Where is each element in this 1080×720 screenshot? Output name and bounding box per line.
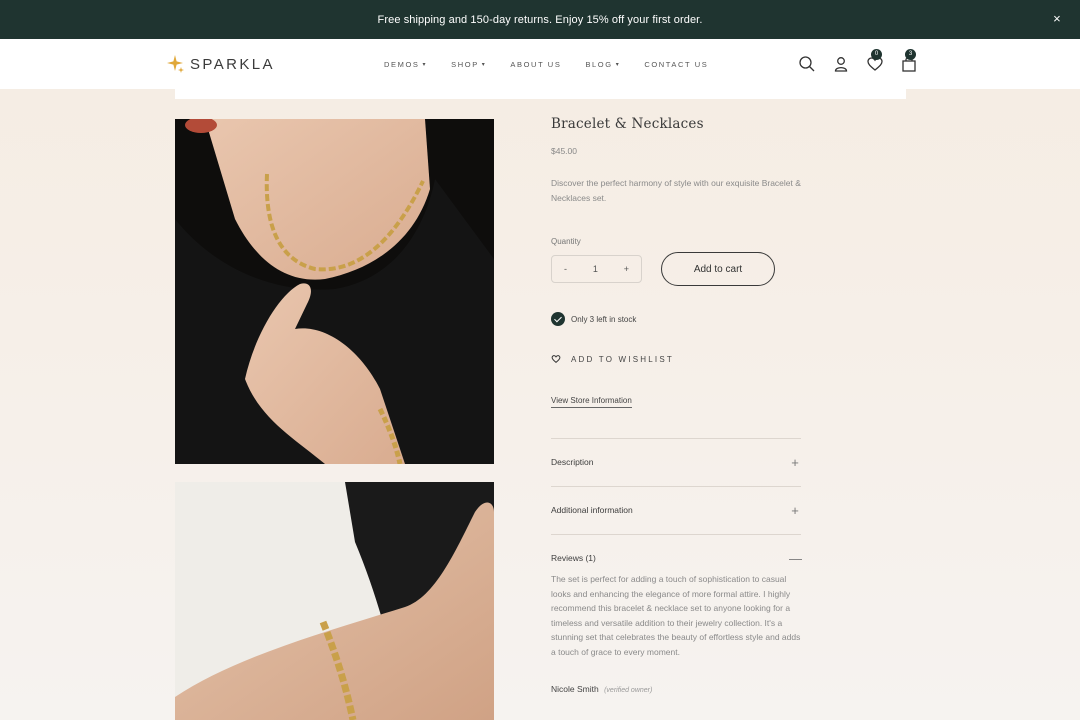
product-image-bracelet[interactable] [175,482,494,720]
nav-label: ABOUT US [510,59,562,69]
product-title: Bracelet & Necklaces [551,116,704,132]
divider [551,438,801,439]
chevron-down-icon: ▾ [615,61,621,68]
nav-item-about[interactable]: ABOUT US [510,57,561,71]
quantity-increase-button[interactable]: + [624,264,629,274]
nav-item-blog[interactable]: BLOG ▾ [585,57,620,71]
check-circle-icon [551,312,565,326]
nav-item-demos[interactable]: DEMOS ▾ [384,57,427,71]
minus-icon: — [789,550,802,566]
chevron-down-icon: ▾ [481,61,487,68]
quantity-label: Quantity [551,237,581,246]
search-icon[interactable] [798,55,816,73]
bag-icon[interactable]: 3 [900,49,918,73]
quantity-input[interactable]: 1 [593,264,598,274]
product-image-necklace[interactable] [175,119,494,464]
stock-status: Only 3 left in stock [551,311,636,327]
chevron-down-icon: ▾ [422,61,428,68]
logo-text: SPARKLA [190,55,275,73]
accordion-additional-information[interactable]: Additional information + [551,502,801,518]
announcement-bar: Free shipping and 150-day returns. Enjoy… [0,0,1080,39]
accordion-reviews[interactable]: Reviews (1) — [551,550,802,566]
logo[interactable]: SPARKLA [166,53,275,75]
verified-owner-badge: (verified owner) [604,687,653,694]
wishlist-label: ADD TO WISHLIST [571,354,674,364]
nav-label: SHOP [451,59,479,69]
site-header: SPARKLA DEMOS ▾ SHOP ▾ ABOUT US BLOG ▾ CONT… [0,39,1080,89]
divider [551,486,801,487]
quantity-decrease-button[interactable]: - [564,264,567,274]
nav-item-shop[interactable]: SHOP ▾ [451,57,486,71]
heart-icon[interactable]: 0 [866,49,884,73]
nav-label: CONTACT US [644,59,709,69]
wishlist-count-badge: 0 [871,49,882,60]
nav-label: BLOG [585,59,613,69]
stock-text: Only 3 left in stock [571,314,637,324]
add-to-wishlist-button[interactable]: ADD TO WISHLIST [551,352,674,366]
announcement-text: Free shipping and 150-day returns. Enjoy… [377,13,703,26]
header-underbar [175,89,906,99]
plus-icon: + [791,454,799,470]
main-nav: DEMOS ▾ SHOP ▾ ABOUT US BLOG ▾ CONTACT US [384,57,732,71]
review-author: Nicole Smith (verified owner) [551,684,652,694]
heart-icon [551,355,561,363]
accordion-label: Reviews (1) [551,553,596,563]
plus-icon: + [791,502,799,518]
close-icon[interactable]: × [1050,12,1064,26]
product-description: Discover the perfect harmony of style wi… [551,178,801,203]
nav-item-contact[interactable]: CONTACT US [644,57,708,71]
accordion-description[interactable]: Description + [551,454,801,470]
accordion-label: Additional information [551,505,633,515]
divider [551,534,801,535]
cart-count-badge: 3 [905,49,916,60]
sparkle-icon [167,55,184,73]
view-store-information-link[interactable]: View Store Information [551,396,632,408]
user-icon[interactable] [832,55,850,73]
review-text: The set is perfect for adding a touch of… [551,574,801,657]
header-actions: 0 3 [798,49,918,75]
nav-label: DEMOS [384,59,420,69]
review-author-name: Nicole Smith [551,684,599,694]
accordion-label: Description [551,457,594,467]
product-price: $45.00 [551,146,577,156]
add-to-cart-button[interactable]: Add to cart [661,252,775,286]
quantity-stepper: - 1 + [551,255,642,283]
